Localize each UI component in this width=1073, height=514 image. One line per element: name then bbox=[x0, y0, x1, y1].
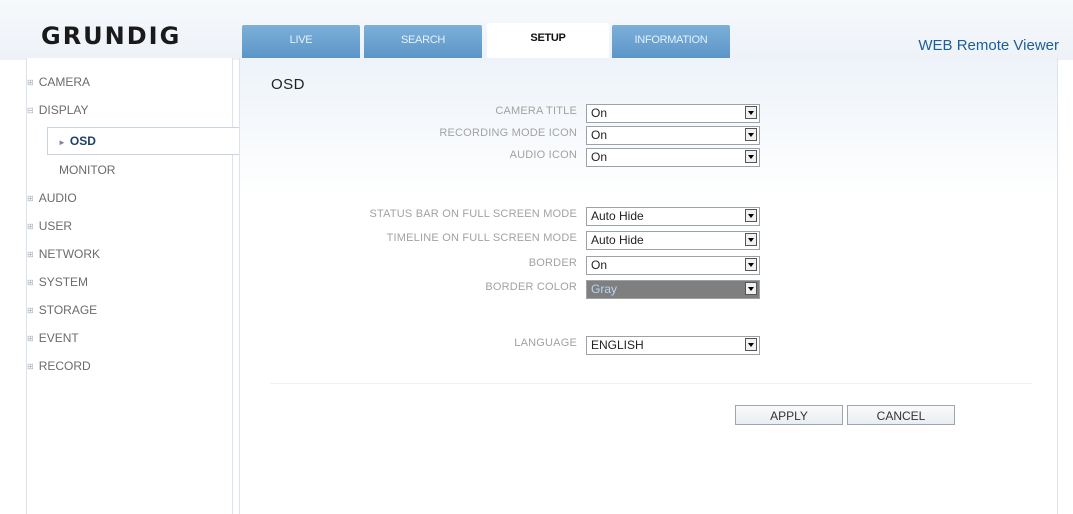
expand-icon: ⊞ bbox=[27, 362, 34, 371]
apply-button[interactable]: APPLY bbox=[735, 405, 843, 425]
sidebar: ⊞ CAMERA ⊟ DISPLAY ► OSD MONITOR ⊞ AUDIO ⊞ US… bbox=[26, 58, 242, 514]
sidebar-item-label: SYSTEM bbox=[38, 275, 89, 289]
select-value: On bbox=[591, 150, 608, 164]
sidebar-item-label: OSD bbox=[69, 134, 96, 148]
camera-title-label: CAMERA TITLE bbox=[495, 105, 577, 117]
select-value: On bbox=[591, 128, 608, 142]
audio-icon-select[interactable]: On bbox=[586, 148, 760, 167]
select-value: ENGLISH bbox=[591, 338, 644, 352]
collapse-icon: ⊟ bbox=[27, 106, 34, 115]
select-value: Auto Hide bbox=[591, 233, 644, 247]
sidebar-item-label: AUDIO bbox=[38, 191, 77, 205]
dropdown-arrow-icon[interactable] bbox=[745, 128, 757, 141]
expand-icon: ⊞ bbox=[27, 334, 34, 343]
logo: GRUNDIG bbox=[41, 22, 182, 50]
tab-information[interactable]: INFORMATION bbox=[612, 25, 730, 58]
tab-search[interactable]: SEARCH bbox=[364, 25, 482, 58]
sidebar-item-system[interactable]: ⊞ SYSTEM bbox=[27, 269, 88, 295]
recording-mode-icon-select[interactable]: On bbox=[586, 126, 760, 145]
border-color-label: BORDER COLOR bbox=[485, 281, 577, 293]
dropdown-arrow-icon[interactable] bbox=[745, 282, 757, 295]
timeline-select[interactable]: Auto Hide bbox=[586, 231, 760, 250]
sidebar-item-user[interactable]: ⊞ USER bbox=[27, 213, 72, 239]
sidebar-item-label: MONITOR bbox=[59, 163, 116, 177]
select-value: On bbox=[591, 258, 608, 272]
dropdown-arrow-icon[interactable] bbox=[745, 150, 757, 163]
sidebar-item-osd[interactable]: ► OSD bbox=[47, 127, 242, 155]
border-label: BORDER bbox=[528, 257, 577, 269]
page-title: OSD bbox=[271, 76, 306, 93]
settings-panel: OSD CAMERA TITLE On RECORDING MODE ICON … bbox=[239, 58, 1058, 514]
tab-live[interactable]: LIVE bbox=[242, 25, 360, 58]
arrow-right-icon: ► bbox=[58, 138, 66, 147]
sidebar-item-label: RECORD bbox=[38, 359, 91, 373]
sidebar-item-label: DISPLAY bbox=[38, 103, 89, 117]
camera-title-select[interactable]: On bbox=[586, 104, 760, 123]
dropdown-arrow-icon[interactable] bbox=[745, 209, 757, 222]
language-label: LANGUAGE bbox=[514, 337, 577, 349]
cancel-button[interactable]: CANCEL bbox=[847, 405, 955, 425]
recording-mode-icon-label: RECORDING MODE ICON bbox=[439, 127, 577, 139]
sidebar-item-label: EVENT bbox=[38, 331, 79, 345]
expand-icon: ⊞ bbox=[27, 278, 34, 287]
expand-icon: ⊞ bbox=[27, 222, 34, 231]
divider bbox=[270, 383, 1032, 384]
header: GRUNDIG LIVE SEARCH SETUP INFORMATION WE… bbox=[0, 0, 1073, 60]
border-color-select[interactable]: Gray bbox=[586, 280, 760, 299]
expand-icon: ⊞ bbox=[27, 250, 34, 259]
select-value: On bbox=[591, 106, 608, 120]
tab-setup[interactable]: SETUP bbox=[487, 23, 609, 59]
status-bar-label: STATUS BAR ON FULL SCREEN MODE bbox=[369, 208, 577, 220]
app-title: WEB Remote Viewer bbox=[918, 37, 1059, 54]
sidebar-item-storage[interactable]: ⊞ STORAGE bbox=[27, 297, 97, 323]
border-select[interactable]: On bbox=[586, 256, 760, 275]
sidebar-item-label: USER bbox=[38, 219, 73, 233]
sidebar-item-camera[interactable]: ⊞ CAMERA bbox=[27, 69, 90, 95]
language-select[interactable]: ENGLISH bbox=[586, 336, 760, 355]
expand-icon: ⊞ bbox=[27, 194, 34, 203]
timeline-label: TIMELINE ON FULL SCREEN MODE bbox=[386, 232, 577, 244]
sidebar-item-label: STORAGE bbox=[38, 303, 98, 317]
dropdown-arrow-icon[interactable] bbox=[745, 338, 757, 351]
sidebar-item-monitor[interactable]: MONITOR bbox=[49, 157, 242, 183]
expand-icon: ⊞ bbox=[27, 306, 34, 315]
status-bar-select[interactable]: Auto Hide bbox=[586, 207, 760, 226]
sidebar-item-audio[interactable]: ⊞ AUDIO bbox=[27, 185, 77, 211]
expand-icon: ⊞ bbox=[27, 78, 34, 87]
dropdown-arrow-icon[interactable] bbox=[745, 233, 757, 246]
sidebar-item-label: CAMERA bbox=[38, 75, 91, 89]
dropdown-arrow-icon[interactable] bbox=[745, 258, 757, 271]
audio-icon-label: AUDIO ICON bbox=[509, 149, 577, 161]
sidebar-item-label: NETWORK bbox=[38, 247, 101, 261]
select-value: Gray bbox=[591, 282, 618, 296]
sidebar-item-event[interactable]: ⊞ EVENT bbox=[27, 325, 79, 351]
dropdown-arrow-icon[interactable] bbox=[745, 106, 757, 119]
sidebar-item-network[interactable]: ⊞ NETWORK bbox=[27, 241, 100, 267]
sidebar-item-display[interactable]: ⊟ DISPLAY bbox=[27, 97, 89, 123]
select-value: Auto Hide bbox=[591, 209, 644, 223]
sidebar-item-record[interactable]: ⊞ RECORD bbox=[27, 353, 91, 379]
